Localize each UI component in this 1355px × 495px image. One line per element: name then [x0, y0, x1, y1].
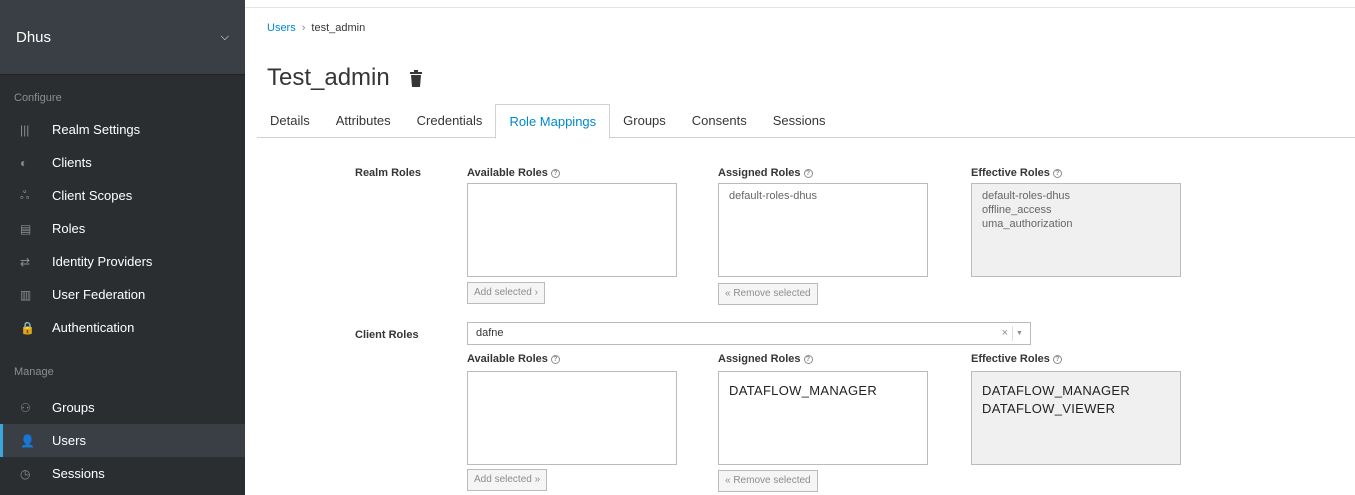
sidebar-item-realm-settings[interactable]: ||| Realm Settings: [0, 113, 245, 146]
sidebar: Dhus ⌵ Configure ||| Realm Settings ◐ Clie…: [0, 0, 245, 495]
sidebar-item-label: Sessions: [52, 466, 105, 481]
tab-details[interactable]: Details: [257, 104, 323, 138]
breadcrumb-users-link[interactable]: Users: [267, 22, 296, 34]
sidebar-item-identity-providers[interactable]: ⇄ Identity Providers: [0, 245, 245, 278]
realm-assigned-label: Assigned Roles?: [718, 167, 813, 179]
sidebar-item-label: Clients: [52, 155, 92, 170]
client-available-roles-list[interactable]: [467, 371, 677, 465]
tab-sessions[interactable]: Sessions: [760, 104, 839, 138]
sidebar-item-label: Client Scopes: [52, 188, 133, 203]
client-remove-selected-button[interactable]: « Remove selected: [718, 470, 818, 492]
help-icon[interactable]: ?: [803, 168, 813, 178]
realm-available-label: Available Roles?: [467, 167, 560, 179]
list-item: DATAFLOW_MANAGER: [982, 383, 1131, 398]
help-icon[interactable]: ?: [550, 354, 560, 364]
tab-groups[interactable]: Groups: [610, 104, 679, 138]
tab-role-mappings[interactable]: Role Mappings: [495, 104, 611, 139]
realm-settings-icon: |||: [20, 122, 30, 137]
sidebar-item-sessions[interactable]: ◷ Sessions: [0, 457, 245, 490]
client-available-label: Available Roles?: [467, 353, 560, 365]
sidebar-item-label: Groups: [52, 400, 95, 415]
realm-effective-roles-list: default-roles-dhus offline_access uma_au…: [971, 183, 1181, 277]
sidebar-item-label: User Federation: [52, 287, 146, 302]
sidebar-item-roles[interactable]: ▤ Roles: [0, 212, 245, 245]
realm-add-selected-button[interactable]: Add selected ›: [467, 282, 545, 304]
section-configure: Configure: [14, 92, 62, 104]
lock-icon: 🔒: [20, 320, 35, 335]
realm-assigned-roles-list[interactable]: default-roles-dhus: [718, 183, 928, 277]
sidebar-item-authentication[interactable]: 🔒 Authentication: [0, 311, 245, 344]
section-manage: Manage: [14, 366, 54, 378]
sidebar-item-label: Users: [52, 433, 86, 448]
client-select[interactable]: dafne × ▼: [467, 322, 1031, 345]
realm-selector[interactable]: Dhus ⌵: [0, 0, 245, 75]
trash-icon[interactable]: [409, 70, 423, 88]
user-federation-icon: ▥: [20, 287, 32, 302]
nav-configure: ||| Realm Settings ◐ Clients ஃ Client Scope…: [0, 113, 245, 344]
client-scopes-icon: ஃ: [20, 187, 30, 202]
help-icon[interactable]: ?: [550, 168, 560, 178]
realm-roles-label: Realm Roles: [355, 167, 422, 179]
nav-manage: ⚇ Groups 👤 Users ◷ Sessions: [0, 391, 245, 490]
clear-icon[interactable]: ×: [1002, 323, 1008, 344]
realm-remove-selected-button[interactable]: « Remove selected: [718, 283, 818, 305]
client-available-label-text: Available Roles: [467, 353, 548, 365]
tab-credentials[interactable]: Credentials: [404, 104, 496, 138]
breadcrumb-current: test_admin: [311, 22, 366, 34]
identity-providers-icon: ⇄: [20, 254, 31, 269]
client-add-selected-button[interactable]: Add selected »: [467, 469, 548, 491]
page-title: Test_admin: [267, 64, 390, 91]
help-icon[interactable]: ?: [803, 354, 813, 364]
clock-icon: ◷: [20, 466, 31, 481]
help-icon[interactable]: ?: [1052, 354, 1062, 364]
breadcrumb-separator: ›: [301, 22, 306, 34]
realm-available-label-text: Available Roles: [467, 167, 548, 179]
client-assigned-roles-list[interactable]: DATAFLOW_MANAGER: [718, 371, 928, 465]
client-effective-roles-list: DATAFLOW_MANAGER DATAFLOW_VIEWER: [971, 371, 1181, 465]
list-item: offline_access: [982, 204, 1052, 216]
realm-effective-label: Effective Roles?: [971, 167, 1062, 179]
client-select-value: dafne: [476, 327, 504, 339]
tab-attributes[interactable]: Attributes: [323, 104, 404, 138]
list-item[interactable]: default-roles-dhus: [719, 184, 927, 203]
user-icon: 👤: [20, 433, 35, 448]
sidebar-item-label: Authentication: [52, 320, 135, 335]
client-effective-label-text: Effective Roles: [971, 353, 1050, 365]
chevron-down-icon: ⌵: [220, 30, 229, 43]
sidebar-item-client-scopes[interactable]: ஃ Client Scopes: [0, 179, 245, 212]
list-item: uma_authorization: [982, 218, 1073, 230]
chevron-down-icon[interactable]: ▼: [1012, 326, 1026, 341]
client-roles-label: Client Roles: [355, 329, 419, 341]
sidebar-item-label: Realm Settings: [52, 122, 141, 137]
list-item[interactable]: DATAFLOW_MANAGER: [719, 372, 927, 400]
realm-name: Dhus: [16, 28, 52, 46]
client-effective-label: Effective Roles?: [971, 353, 1062, 365]
realm-effective-label-text: Effective Roles: [971, 167, 1050, 179]
sidebar-item-label: Identity Providers: [52, 254, 153, 269]
sidebar-item-users[interactable]: 👤 Users: [0, 424, 245, 457]
client-assigned-label-text: Assigned Roles: [718, 353, 801, 365]
client-assigned-label: Assigned Roles?: [718, 353, 813, 365]
realm-assigned-label-text: Assigned Roles: [718, 167, 801, 179]
top-divider: [245, 0, 1355, 8]
list-item: default-roles-dhus: [982, 190, 1071, 202]
tab-bar: Details Attributes Credentials Role Mapp…: [257, 104, 1355, 139]
groups-icon: ⚇: [20, 400, 31, 415]
sidebar-item-clients[interactable]: ◐ Clients: [0, 146, 245, 179]
realm-available-roles-list[interactable]: [467, 183, 677, 277]
tab-consents[interactable]: Consents: [679, 104, 760, 138]
clients-icon: ◐: [20, 155, 28, 170]
roles-icon: ▤: [20, 221, 32, 236]
list-item: DATAFLOW_VIEWER: [982, 401, 1116, 416]
sidebar-item-user-federation[interactable]: ▥ User Federation: [0, 278, 245, 311]
sidebar-item-groups[interactable]: ⚇ Groups: [0, 391, 245, 424]
help-icon[interactable]: ?: [1052, 168, 1062, 178]
breadcrumb: Users › test_admin: [267, 22, 365, 34]
sidebar-item-label: Roles: [52, 221, 86, 236]
main-content: Users › test_admin Test_admin Details Attr…: [245, 0, 1355, 495]
